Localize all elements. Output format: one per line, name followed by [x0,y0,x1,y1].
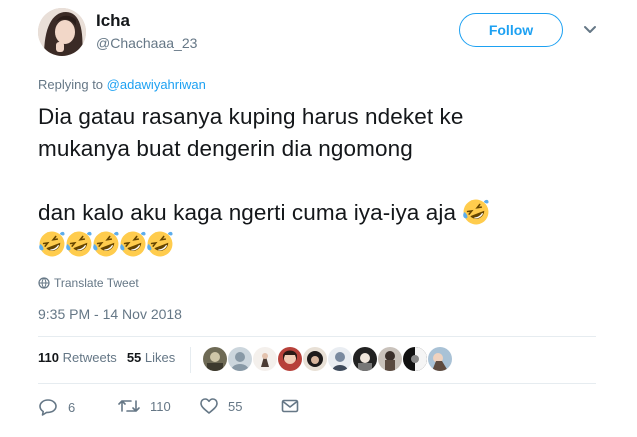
reply-button[interactable]: 6 [38,398,75,416]
envelope-icon [281,399,299,413]
tweet-line: dan kalo aku kaga ngerti cuma iya-iya aj… [38,200,457,225]
likes-stat[interactable]: 55 Likes [127,350,175,365]
liker-avatar[interactable] [378,347,402,371]
liker-avatar[interactable] [328,347,352,371]
retweet-count: 110 [150,398,171,414]
liker-avatar[interactable] [353,347,377,371]
rofl-emoji [119,231,146,257]
reply-context: Replying to @adawiyahriwan [38,77,206,92]
follow-button[interactable]: Follow [459,13,563,47]
rofl-emoji [38,231,65,257]
reply-mention-link[interactable]: @adawiyahriwan [107,77,206,92]
translate-tweet-link[interactable]: Translate Tweet [38,276,139,290]
retweets-stat[interactable]: 110 Retweets [38,350,117,365]
liker-avatar[interactable] [403,347,427,371]
divider [38,336,596,337]
liker-avatar[interactable] [278,347,302,371]
tweet-line-with-emoji: dan kalo aku kaga ngerti cuma iya-iya aj… [38,197,608,229]
tweet-line: Dia gatau rasanya kuping harus ndeket ke [38,104,464,129]
likes-label: Likes [144,350,176,365]
rofl-emoji [92,231,119,257]
like-button[interactable]: 55 [200,398,242,414]
retweets-label: Retweets [62,350,117,365]
liker-avatars [203,347,452,371]
retweet-button[interactable]: 110 [118,398,171,414]
rofl-emoji [462,199,489,225]
reply-icon [39,399,57,416]
author-display-name[interactable]: Icha [96,11,130,31]
liker-avatar[interactable] [203,347,227,371]
chevron-down-icon[interactable] [582,23,598,37]
rofl-emoji [146,231,173,257]
liker-avatar[interactable] [228,347,252,371]
reply-count: 6 [68,399,76,415]
tweet-text: Dia gatau rasanya kuping harus ndeket ke… [38,101,608,261]
tweet-timestamp[interactable]: 9:35 PM - 14 Nov 2018 [38,306,182,322]
retweets-count: 110 [38,350,59,365]
liker-avatar[interactable] [428,347,452,371]
retweet-icon [118,400,140,412]
tweet-line: mukanya buat dengerin dia ngomong [38,136,413,161]
liker-avatar[interactable] [253,347,277,371]
direct-message-button[interactable] [281,398,299,414]
rofl-emoji [65,231,92,257]
heart-icon [200,398,218,414]
likes-count: 55 [126,350,142,365]
globe-icon [38,277,50,289]
stats-separator [190,347,191,373]
author-avatar[interactable] [38,8,86,56]
like-count: 55 [228,398,243,414]
liker-avatar[interactable] [303,347,327,371]
translate-label: Translate Tweet [54,276,139,290]
divider [38,383,596,384]
emoji-row [38,229,608,261]
author-handle[interactable]: @Chachaaa_23 [96,35,197,51]
engagement-stats: 110 Retweets 55 Likes [38,350,175,365]
reply-context-prefix: Replying to [38,77,107,92]
